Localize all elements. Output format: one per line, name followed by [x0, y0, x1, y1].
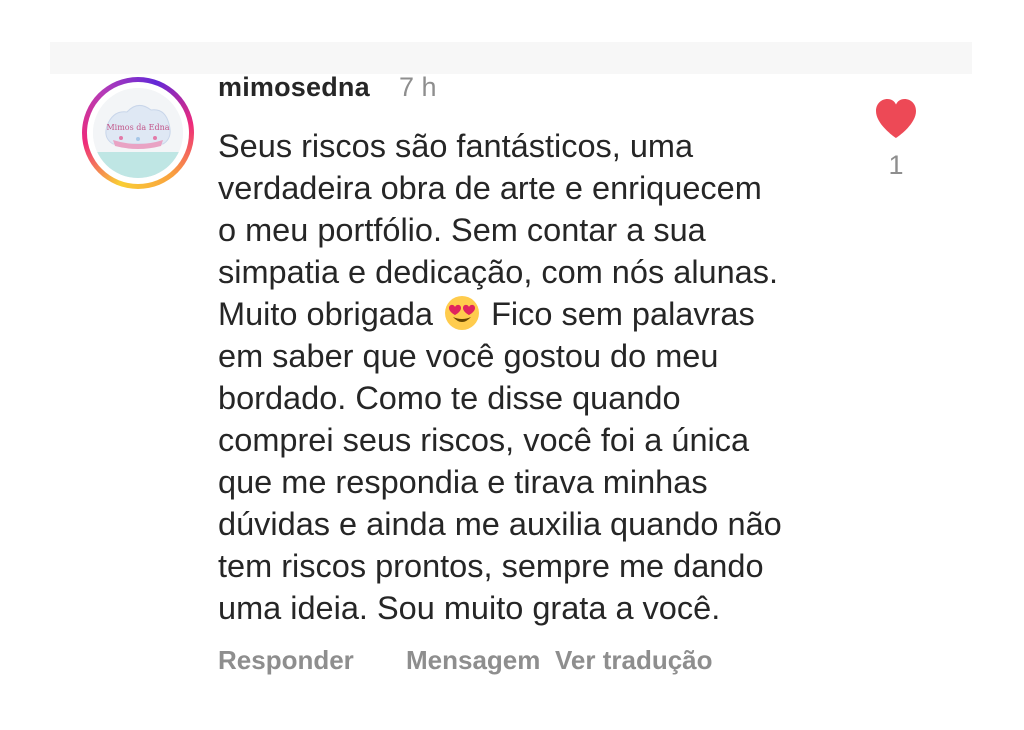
comment-timestamp: 7 h: [399, 72, 437, 102]
avatar-logo-text: Mimos da Edna: [106, 123, 169, 132]
story-ring[interactable]: Mimos da Edna: [82, 77, 194, 189]
comment-line-with-emoji: Muito obrigada Fico sem palavras: [218, 293, 868, 335]
translate-button[interactable]: Ver tradução: [555, 645, 713, 676]
heart-icon: [876, 99, 916, 138]
comment-username[interactable]: mimosedna: [218, 72, 370, 103]
comment-line: simpatia e dedicação, com nós alunas.: [218, 254, 779, 290]
comment-line: verdadeira obra de arte e enriquecem: [218, 170, 762, 206]
avatar-frame: Mimos da Edna: [87, 82, 189, 184]
heart-eyes-emoji-icon: [445, 296, 480, 330]
comment-line: o meu portfólio. Sem contar a sua: [218, 212, 706, 248]
comment-line: em saber que você gostou do meu: [218, 338, 719, 374]
like-count[interactable]: 1: [880, 150, 912, 181]
comment-line: dúvidas e ainda me auxilia quando não: [218, 506, 782, 542]
comment-text: Seus riscos são fantásticos, uma verdade…: [218, 125, 868, 629]
avatar-logo-icon: Mimos da Edna: [93, 88, 183, 178]
avatar[interactable]: Mimos da Edna: [93, 88, 183, 178]
comment-line: bordado. Como te disse quando: [218, 380, 681, 416]
comment-line: comprei seus riscos, você foi a única: [218, 422, 750, 458]
like-button[interactable]: [874, 98, 918, 140]
comment-line-part: Muito obrigada: [218, 296, 433, 332]
comment-item: Mimos da Edna mimosedna 7 h Seus riscos …: [0, 0, 1024, 730]
comment-line-part: Fico sem palavras: [491, 296, 755, 332]
comment-line: que me respondia e tirava minhas: [218, 464, 708, 500]
comment-line: tem riscos prontos, sempre me dando: [218, 548, 764, 584]
comment-line: uma ideia. Sou muito grata a você.: [218, 590, 721, 626]
reply-button[interactable]: Responder: [218, 645, 354, 676]
comment-line: Seus riscos são fantásticos, uma: [218, 128, 694, 164]
message-button[interactable]: Mensagem: [406, 645, 540, 676]
